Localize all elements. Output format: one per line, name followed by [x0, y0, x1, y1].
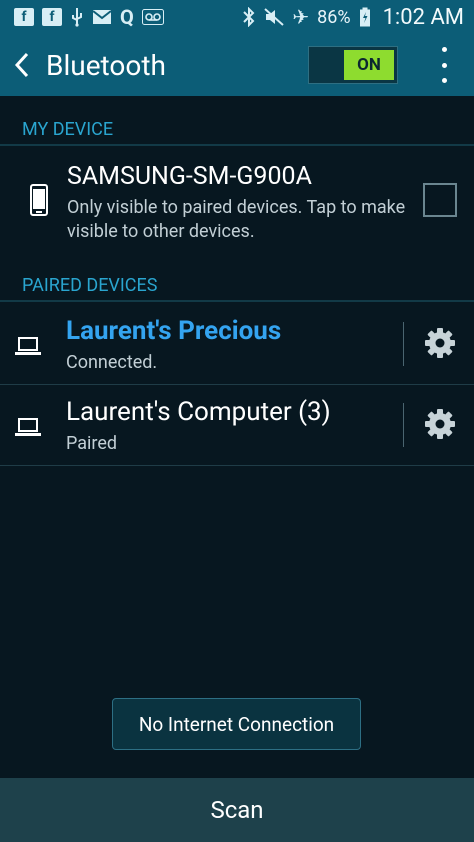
- gear-icon[interactable]: [423, 326, 457, 360]
- status-system: ✈ 86% 1:02 AM: [242, 0, 464, 34]
- facebook-icon: f: [14, 8, 34, 26]
- clock: 1:02 AM: [382, 4, 464, 30]
- device-name: SAMSUNG-SM-G900A: [67, 162, 312, 191]
- battery-percent: 86%: [317, 6, 351, 28]
- dot-icon: [441, 47, 447, 52]
- my-device-header: MY DEVICE: [0, 114, 474, 146]
- voicemail-icon: [141, 9, 164, 25]
- visibility-description: Only visible to paired devices. Tap to m…: [67, 197, 406, 242]
- dot-icon: [441, 62, 447, 68]
- visibility-checkbox[interactable]: [423, 183, 457, 217]
- phone-icon: [30, 184, 48, 216]
- paired-device-name: Laurent's Precious: [66, 316, 282, 346]
- laptop-icon: [15, 337, 41, 355]
- paired-device-name: Laurent's Computer (3): [66, 397, 331, 427]
- paired-device-row[interactable]: Laurent's Precious Connected.: [0, 304, 474, 385]
- status-bar: f f Q ✈ 86% 1:02 AM: [0, 0, 474, 34]
- scan-button[interactable]: Scan: [0, 778, 474, 842]
- divider: [403, 403, 404, 447]
- dot-icon: [441, 78, 447, 83]
- usb-icon: [70, 7, 84, 27]
- back-button[interactable]: [2, 34, 42, 96]
- divider: [403, 322, 404, 366]
- paired-device-status: Paired: [66, 433, 118, 454]
- airplane-mode-icon: ✈: [292, 5, 310, 29]
- my-device-item[interactable]: SAMSUNG-SM-G900A Only visible to paired …: [0, 148, 474, 258]
- battery-icon: [359, 7, 371, 27]
- gear-icon[interactable]: [423, 407, 457, 441]
- bluetooth-toggle[interactable]: ON: [308, 46, 398, 84]
- status-notifications: f f Q: [0, 7, 164, 27]
- page-title: Bluetooth: [46, 48, 166, 82]
- app-bar: Bluetooth ON: [0, 34, 474, 96]
- paired-device-status: Connected.: [66, 352, 158, 373]
- paired-devices-header: PAIRED DEVICES: [0, 270, 474, 302]
- mute-icon: [264, 8, 285, 26]
- bluetooth-icon: [242, 7, 256, 27]
- paired-device-row[interactable]: Laurent's Computer (3) Paired: [0, 385, 474, 466]
- toggle-on-label: ON: [344, 50, 394, 80]
- toast-message: No Internet Connection: [112, 698, 361, 750]
- quora-icon: Q: [120, 5, 134, 29]
- chevron-left-icon: [14, 52, 29, 78]
- laptop-icon: [15, 418, 41, 436]
- facebook-icon: f: [42, 8, 62, 26]
- more-options-button[interactable]: [438, 47, 450, 83]
- mail-icon: [92, 9, 112, 25]
